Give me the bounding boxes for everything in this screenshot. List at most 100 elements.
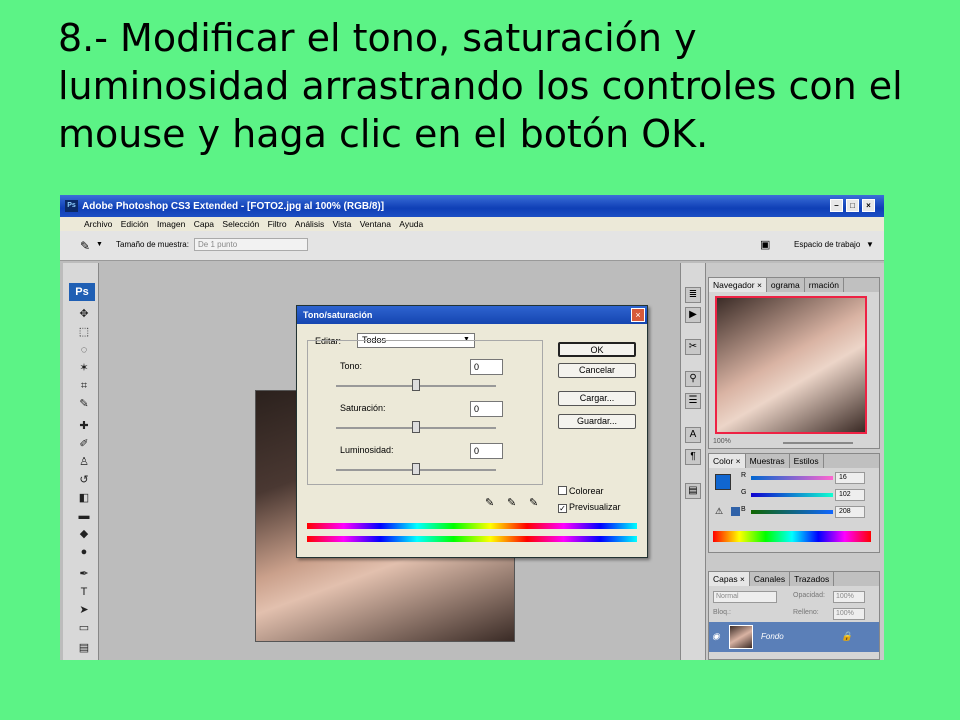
- color-spectrum-bar-top: [307, 523, 637, 529]
- blue-slider[interactable]: [751, 510, 833, 514]
- saturation-input[interactable]: 0: [470, 401, 503, 417]
- blue-value[interactable]: 208: [835, 506, 865, 518]
- lasso-tool-icon[interactable]: ◌: [77, 343, 91, 357]
- menu-imagen[interactable]: Imagen: [157, 217, 185, 231]
- paragraph-panel-icon[interactable]: ¶: [685, 449, 701, 465]
- tab-color[interactable]: Color ×: [709, 454, 746, 468]
- cancel-button[interactable]: Cancelar: [558, 363, 636, 378]
- tab-channels[interactable]: Canales: [750, 572, 791, 586]
- tab-navigator[interactable]: Navegador ×: [709, 278, 767, 292]
- character-panel-icon[interactable]: A: [685, 427, 701, 443]
- window-title: Adobe Photoshop CS3 Extended - [FOTO2.jp…: [82, 201, 385, 212]
- hue-slider-thumb[interactable]: [412, 379, 420, 391]
- tab-swatches[interactable]: Muestras: [746, 454, 790, 468]
- navigator-zoom-value[interactable]: 100%: [713, 438, 731, 445]
- warning-icon[interactable]: ⚠: [715, 506, 723, 517]
- color-spectrum-bar-bottom: [307, 536, 637, 542]
- eyedropper-tool-icon[interactable]: ✎: [77, 397, 91, 411]
- clone-stamp-icon[interactable]: ♙: [77, 455, 91, 469]
- opacity-input[interactable]: 100%: [833, 591, 865, 603]
- foreground-color-swatch[interactable]: [715, 474, 731, 490]
- brush-tool-icon[interactable]: ✐: [77, 437, 91, 451]
- brushes-panel-icon[interactable]: ≣: [685, 287, 701, 303]
- red-slider[interactable]: [751, 476, 833, 480]
- eye-icon[interactable]: ◉: [712, 631, 720, 642]
- path-selection-icon[interactable]: ➤: [77, 603, 91, 617]
- magic-wand-icon[interactable]: ✶: [77, 361, 91, 375]
- menu-edicion[interactable]: Edición: [121, 217, 149, 231]
- bridge-icon[interactable]: ▣: [760, 238, 770, 251]
- tab-styles[interactable]: Estilos: [790, 454, 824, 468]
- marquee-tool-icon[interactable]: ⬚: [77, 325, 91, 339]
- shape-tool-icon[interactable]: ▭: [77, 621, 91, 635]
- layer-row[interactable]: ◉ Fondo 🔒: [709, 622, 879, 652]
- eyedropper-icon[interactable]: ✎: [485, 496, 494, 509]
- lightness-input[interactable]: 0: [470, 443, 503, 459]
- tool-preset-arrow-icon[interactable]: ▼: [96, 241, 103, 248]
- lock-icon: 🔒: [841, 631, 853, 641]
- green-value[interactable]: 102: [835, 489, 865, 501]
- menu-filtro[interactable]: Filtro: [268, 217, 287, 231]
- layer-comps-icon[interactable]: ☰: [685, 393, 701, 409]
- preview-checkbox[interactable]: ✓ Previsualizar: [558, 502, 621, 513]
- gradient-tool-icon[interactable]: ▬: [77, 509, 91, 523]
- blur-tool-icon[interactable]: ◆: [77, 527, 91, 541]
- move-tool-icon[interactable]: ✥: [77, 307, 91, 321]
- layer-name[interactable]: Fondo: [761, 632, 784, 641]
- window-titlebar: Ps Adobe Photoshop CS3 Extended - [FOTO2…: [60, 195, 884, 217]
- info-panel-icon[interactable]: ▤: [685, 483, 701, 499]
- notes-tool-icon[interactable]: ▤: [77, 641, 91, 655]
- sample-size-select[interactable]: De 1 punto: [194, 238, 308, 251]
- save-button[interactable]: Guardar...: [558, 414, 636, 429]
- app-icon: Ps: [65, 200, 78, 212]
- workspace-label[interactable]: Espacio de trabajo: [794, 240, 860, 249]
- navigator-thumbnail[interactable]: [715, 296, 867, 434]
- tab-info[interactable]: rmación: [805, 278, 844, 292]
- menu-analisis[interactable]: Análisis: [295, 217, 324, 231]
- color-ramp[interactable]: [713, 531, 871, 542]
- lightness-slider-thumb[interactable]: [412, 463, 420, 475]
- tab-paths[interactable]: Trazados: [790, 572, 835, 586]
- crop-tool-icon[interactable]: ⌗: [77, 379, 91, 393]
- minimize-icon[interactable]: –: [830, 199, 843, 212]
- navigator-tabs: Navegador × ograma rmación: [709, 278, 879, 292]
- menu-capa[interactable]: Capa: [194, 217, 214, 231]
- navigator-zoom-slider[interactable]: [783, 442, 853, 444]
- tool-presets-icon[interactable]: ✂: [685, 339, 701, 355]
- type-tool-icon[interactable]: T: [77, 585, 91, 599]
- menu-seleccion[interactable]: Selección: [222, 217, 259, 231]
- menu-vista[interactable]: Vista: [333, 217, 352, 231]
- dialog-close-icon[interactable]: ×: [631, 308, 645, 322]
- layer-thumbnail[interactable]: [729, 625, 753, 649]
- menu-ayuda[interactable]: Ayuda: [399, 217, 423, 231]
- actions-panel-icon[interactable]: ▶: [685, 307, 701, 323]
- load-button[interactable]: Cargar...: [558, 391, 636, 406]
- ok-button[interactable]: OK: [558, 342, 636, 357]
- eyedropper-plus-icon[interactable]: ✎: [507, 496, 516, 509]
- eyedropper-icon[interactable]: ✎: [80, 239, 90, 253]
- menu-archivo[interactable]: Archivo: [84, 217, 112, 231]
- tab-histogram[interactable]: ograma: [767, 278, 805, 292]
- gamut-color-swatch[interactable]: [731, 507, 740, 516]
- close-window-icon[interactable]: ×: [862, 199, 875, 212]
- blend-mode-select[interactable]: Normal: [713, 591, 777, 603]
- dodge-tool-icon[interactable]: ●: [77, 545, 91, 559]
- maximize-icon[interactable]: □: [846, 199, 859, 212]
- red-value[interactable]: 16: [835, 472, 865, 484]
- tab-layers[interactable]: Capas ×: [709, 572, 750, 586]
- eyedropper-minus-icon[interactable]: ✎: [529, 496, 538, 509]
- options-bar: ✎ ▼ Tamaño de muestra: De 1 punto ▣ Espa…: [60, 231, 884, 261]
- eraser-tool-icon[interactable]: ◧: [77, 491, 91, 505]
- clone-source-icon[interactable]: ⚲: [685, 371, 701, 387]
- fill-input[interactable]: 100%: [833, 608, 865, 620]
- colorize-checkbox[interactable]: Colorear: [558, 486, 604, 496]
- pen-tool-icon[interactable]: ✒: [77, 567, 91, 581]
- hue-input[interactable]: 0: [470, 359, 503, 375]
- saturation-slider-thumb[interactable]: [412, 421, 420, 433]
- menu-ventana[interactable]: Ventana: [360, 217, 391, 231]
- saturation-label: Saturación:: [340, 403, 386, 413]
- green-slider[interactable]: [751, 493, 833, 497]
- workspace-dropdown-icon[interactable]: ▼: [866, 240, 874, 249]
- healing-brush-icon[interactable]: ✚: [77, 419, 91, 433]
- history-brush-icon[interactable]: ↺: [77, 473, 91, 487]
